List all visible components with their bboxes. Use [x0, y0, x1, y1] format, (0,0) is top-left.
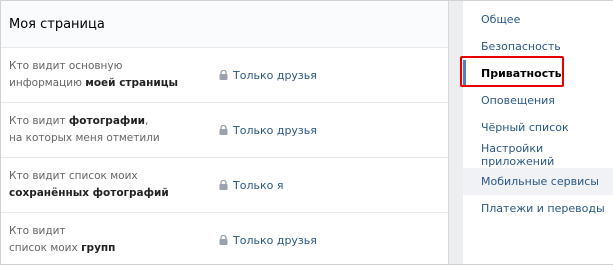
privacy-setting-dropdown[interactable]: Только друзья: [219, 213, 317, 267]
privacy-setting-dropdown[interactable]: Только я: [219, 158, 283, 212]
privacy-row-label: Кто видит фотографии, на которых меня от…: [9, 115, 160, 144]
privacy-row-saved-photos: Кто видит список моих сохранённых фотогр…: [1, 158, 448, 213]
sidebar-item-notifications[interactable]: Оповещения: [463, 87, 613, 114]
privacy-row-main-info: Кто видит основную информацию моей стран…: [1, 48, 448, 103]
lock-icon: [219, 70, 228, 80]
sidebar-item-blacklist[interactable]: Чёрный список: [463, 114, 613, 141]
privacy-row-label: Кто видит список моих групп: [9, 225, 116, 254]
privacy-row-groups: Кто видит список моих групп Только друзь…: [1, 213, 448, 267]
privacy-panel: Моя страница Кто видит основную информац…: [1, 1, 449, 264]
privacy-setting-dropdown[interactable]: Только друзья: [219, 48, 317, 102]
settings-window: Моя страница Кто видит основную информац…: [0, 0, 613, 265]
lock-icon: [219, 235, 228, 245]
privacy-row-label: Кто видит список моих сохранённых фотогр…: [9, 170, 169, 199]
lock-icon: [219, 125, 228, 135]
sidebar-item-payments[interactable]: Платежи и переводы: [463, 195, 613, 222]
lock-icon: [219, 180, 228, 190]
page-title-text: Моя страница: [9, 16, 105, 32]
page-title: Моя страница: [1, 1, 448, 48]
sidebar-item-mobile-services[interactable]: Мобильные сервисы: [463, 168, 613, 195]
sidebar-item-app-settings[interactable]: Настройки приложений: [463, 141, 613, 168]
privacy-row-label: Кто видит основную информацию моей стран…: [9, 60, 178, 89]
privacy-row-tagged-photos: Кто видит фотографии, на которых меня от…: [1, 103, 448, 158]
sidebar-item-general[interactable]: Общее: [463, 6, 613, 33]
privacy-setting-dropdown[interactable]: Только друзья: [219, 103, 317, 157]
highlight-annotation: [460, 56, 564, 87]
settings-sidebar: Общее Безопасность Приватность Оповещени…: [463, 1, 613, 264]
